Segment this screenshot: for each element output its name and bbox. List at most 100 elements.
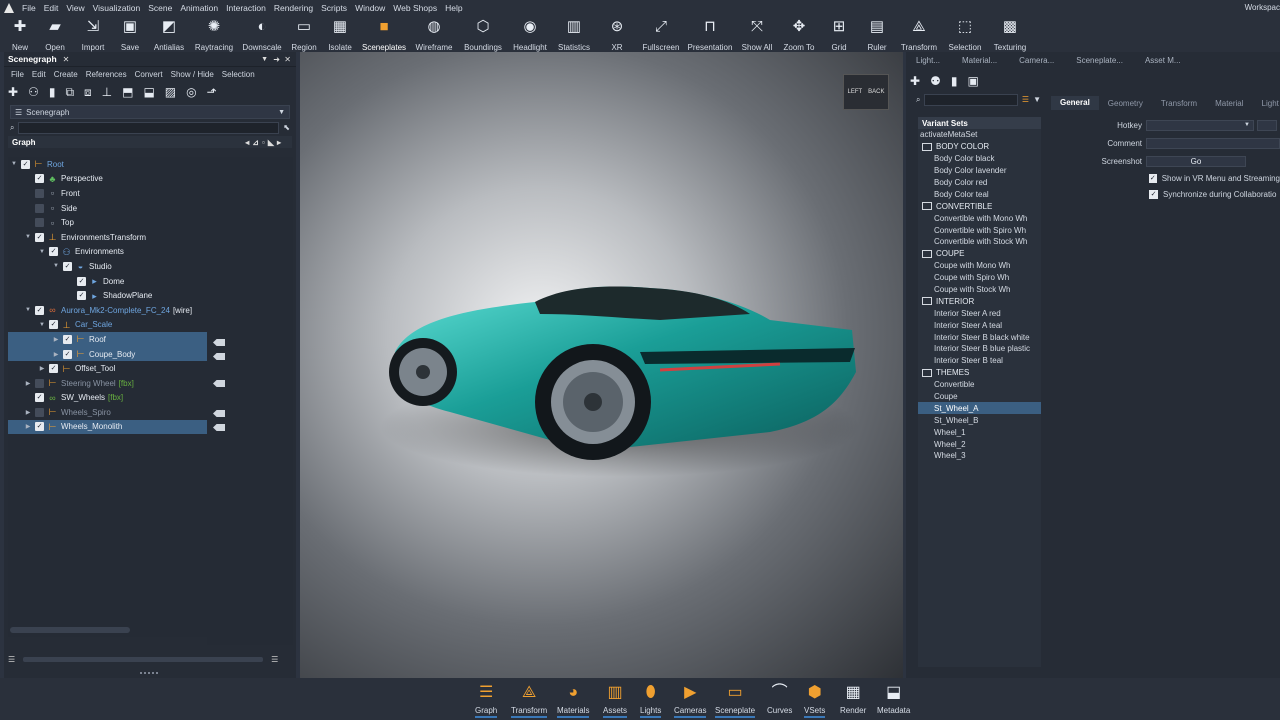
- checkbox[interactable]: ✓: [35, 232, 44, 242]
- tab-geometry[interactable]: Geometry: [1099, 99, 1152, 108]
- downscale-button[interactable]: ◐ Downscale: [238, 16, 286, 52]
- checkbox[interactable]: ✓: [63, 261, 72, 271]
- cursor-select-icon[interactable]: ⬉: [283, 123, 290, 132]
- tree-node-car-scale[interactable]: ▼ ✓ ⊥ Car_Scale: [8, 318, 207, 333]
- search-input[interactable]: [18, 121, 280, 134]
- boundings-button[interactable]: ⬡ Boundings: [458, 16, 508, 52]
- new-button[interactable]: ✚ New: [4, 16, 36, 52]
- variant-item[interactable]: Coupe with Mono Wh: [918, 260, 1041, 272]
- tree-node-root[interactable]: ▼ ✓ ⊢ Root: [8, 157, 207, 172]
- tab-light[interactable]: Light: [1253, 99, 1280, 108]
- tree-node-perspective[interactable]: ✓ ♣ Perspective: [8, 172, 207, 187]
- isolate-button[interactable]: ▦ Isolate: [322, 16, 358, 52]
- grid-button[interactable]: ⊞ Grid: [820, 16, 858, 52]
- checkbox[interactable]: ✓: [1149, 189, 1158, 199]
- tree-node-offset-tool[interactable]: ▶ ✓ ⊢ Offset_Tool: [8, 361, 207, 376]
- tree-node-sw-wheels[interactable]: ✓ ∞ SW_Wheels [fbx]: [8, 391, 207, 406]
- variant-item[interactable]: Body Color black: [918, 153, 1041, 165]
- variant-item[interactable]: Interior Steer B teal: [918, 355, 1041, 367]
- region-button[interactable]: ▭ Region: [286, 16, 322, 52]
- materials-module-button[interactable]: ◕ Materials: [557, 682, 590, 718]
- checkbox[interactable]: ✓: [63, 349, 72, 359]
- variant-item[interactable]: Body Color teal: [918, 188, 1041, 200]
- delete-icon[interactable]: ▮: [49, 85, 56, 99]
- render-module-button[interactable]: ▦ Render: [840, 682, 866, 718]
- tree-node-environments[interactable]: ▼ ✓ ⚇ Environments: [8, 245, 207, 260]
- fullscreen-button[interactable]: ⤢ Fullscreen: [638, 16, 684, 52]
- add-icon[interactable]: ✚: [8, 85, 18, 99]
- transform-node-icon[interactable]: ⬒: [122, 85, 133, 99]
- metadata-module-button[interactable]: ⬓ Metadata: [877, 682, 910, 718]
- group-icon[interactable]: ⚉: [930, 74, 941, 88]
- menu-window[interactable]: Window: [351, 3, 389, 13]
- list-icon[interactable]: ☰: [1022, 95, 1029, 104]
- checkbox[interactable]: ✓: [1149, 173, 1157, 183]
- tree-node-studio[interactable]: ▼ ✓ ◒ Studio: [8, 259, 207, 274]
- graph-module-button[interactable]: ☰ Graph: [475, 682, 498, 718]
- sg-menu-edit[interactable]: Edit: [28, 70, 50, 79]
- sceneplate-module-button[interactable]: ▭ Sceneplate: [715, 682, 756, 718]
- scenegraph-dropdown[interactable]: ☰ Scenegraph ▼: [10, 105, 290, 119]
- menu-help[interactable]: Help: [441, 3, 466, 13]
- variant-root[interactable]: activateMetaSet: [918, 129, 1041, 141]
- filter-icon[interactable]: ▼: [1033, 95, 1041, 104]
- view-cube-left[interactable]: LEFT: [847, 89, 862, 95]
- tab-camera-editor[interactable]: Camera...: [1013, 56, 1060, 65]
- tree-node-coupe-body[interactable]: ▶ ✓ ⊢ Coupe_Body: [8, 346, 207, 362]
- arrow-right-icon[interactable]: ➜: [273, 55, 280, 64]
- collaboration-checkbox-row[interactable]: ✓ Synchronize during Collaboratio: [1051, 186, 1280, 202]
- texturing-button[interactable]: ▩ Texturing: [988, 16, 1032, 52]
- variant-item[interactable]: Wheel_3: [918, 450, 1041, 462]
- transform-button[interactable]: ⟁ Transform: [896, 16, 942, 52]
- variant-item[interactable]: Convertible: [918, 379, 1041, 391]
- checkbox[interactable]: ✓: [35, 174, 44, 184]
- delete-icon[interactable]: ▮: [951, 74, 958, 88]
- curves-module-button[interactable]: ⌒ Curves: [767, 682, 792, 718]
- sg-menu-file[interactable]: File: [7, 70, 28, 79]
- sg-menu-selection[interactable]: Selection: [218, 70, 259, 79]
- link-icon[interactable]: ⬓: [143, 85, 154, 99]
- menu-rendering[interactable]: Rendering: [270, 3, 317, 13]
- tree-node-side[interactable]: ▫ Side: [8, 201, 207, 216]
- menu-scene[interactable]: Scene: [144, 3, 176, 13]
- checkbox[interactable]: ✓: [77, 276, 86, 286]
- menu-interaction[interactable]: Interaction: [222, 3, 270, 13]
- sceneplates-button[interactable]: ■ Sceneplates: [358, 16, 410, 54]
- resize-handle[interactable]: [140, 672, 158, 676]
- menu-edit[interactable]: Edit: [40, 3, 63, 13]
- checkbox[interactable]: ✓: [49, 247, 58, 257]
- tab-asset-manager[interactable]: Asset M...: [1139, 56, 1187, 65]
- variant-group[interactable]: INTERIOR: [918, 295, 1041, 307]
- wireframe-button[interactable]: ◍ Wireframe: [410, 16, 458, 52]
- variant-item[interactable]: Interior Steer B black white: [918, 331, 1041, 343]
- checkbox[interactable]: ✓: [21, 159, 30, 169]
- list-view-icon[interactable]: ☰: [271, 655, 278, 664]
- tree-node-roof[interactable]: ▶ ✓ ⊢ Roof: [8, 332, 207, 347]
- variant-item[interactable]: Wheel_1: [918, 426, 1041, 438]
- view-cube[interactable]: LEFT BACK: [843, 74, 889, 110]
- horizontal-scrollbar[interactable]: [10, 627, 130, 633]
- checkbox[interactable]: ✓: [63, 334, 72, 344]
- variant-item[interactable]: Convertible with Mono Wh: [918, 212, 1041, 224]
- variant-group[interactable]: THEMES: [918, 367, 1041, 379]
- tree-node-steering-wheel[interactable]: ▶ ⊢ Steering Wheel [fbx]: [8, 376, 207, 391]
- close-panel-icon[interactable]: ✕: [284, 55, 291, 64]
- transform-module-button[interactable]: ⟁ Transform: [511, 682, 548, 718]
- go-button[interactable]: Go: [1146, 155, 1246, 167]
- checkbox[interactable]: ✓: [35, 422, 44, 432]
- checkbox[interactable]: [35, 188, 44, 198]
- sg-menu-convert[interactable]: Convert: [131, 70, 167, 79]
- menu-file[interactable]: File: [18, 3, 40, 13]
- checkbox[interactable]: [35, 378, 44, 388]
- tab-sceneplate-editor[interactable]: Sceneplate...: [1070, 56, 1129, 65]
- tree-node-wheels-spiro[interactable]: ▶ ⊢ Wheels_Spiro: [8, 405, 207, 420]
- checkbox[interactable]: ✓: [49, 364, 58, 374]
- scenegraph-tab[interactable]: Scenegraph ✕ ▼ ➜ ✕: [4, 52, 296, 67]
- open-button[interactable]: ▰ Open: [36, 16, 74, 52]
- cameras-module-button[interactable]: ▶ Cameras: [674, 682, 707, 718]
- raytracing-button[interactable]: ✺ Raytracing: [190, 16, 238, 52]
- zoom-to-button[interactable]: ✥ Zoom To: [778, 16, 820, 52]
- zoom-slider[interactable]: [23, 656, 264, 662]
- headlight-button[interactable]: ◉ Headlight: [508, 16, 552, 52]
- statistics-button[interactable]: ▥ Statistics: [552, 16, 596, 52]
